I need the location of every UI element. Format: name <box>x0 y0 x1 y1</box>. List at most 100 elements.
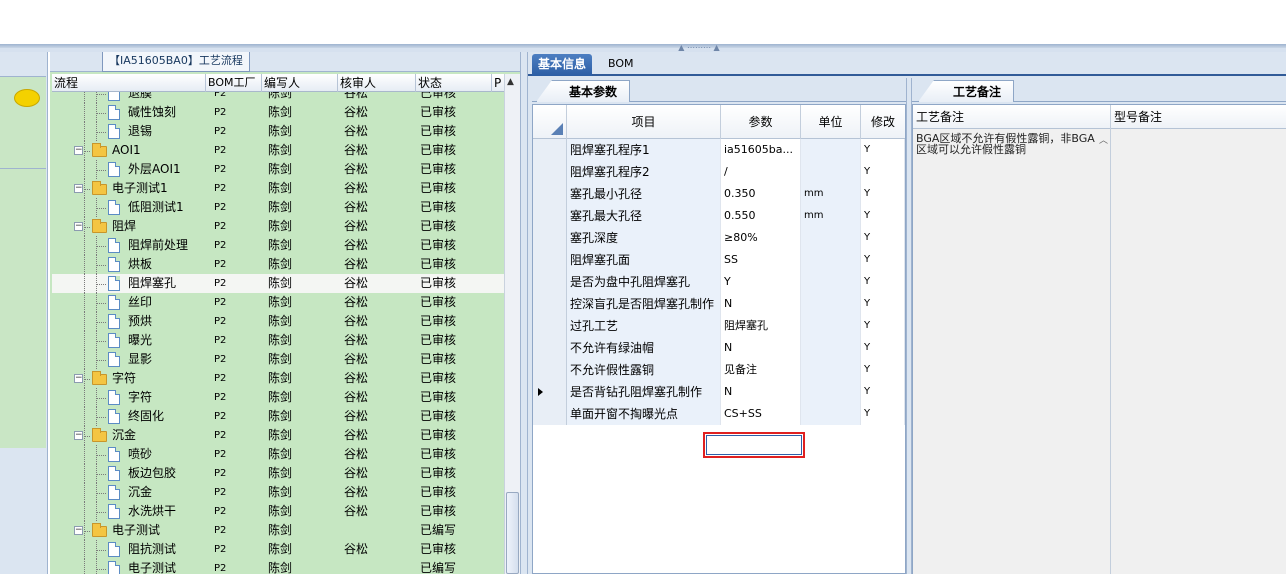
param-row[interactable]: 阻焊塞孔程序2/ Y <box>533 161 905 183</box>
param-value-cell[interactable]: / <box>721 161 801 183</box>
tree-row[interactable]: − 电子测试 P2 陈剑 已编写 <box>52 521 504 540</box>
scroll-thumb[interactable] <box>506 492 519 574</box>
param-value-cell[interactable]: N <box>721 337 801 359</box>
param-modify-cell[interactable]: Y <box>861 271 905 293</box>
param-value-cell[interactable]: ia51605ba... <box>721 139 801 161</box>
param-unit-cell[interactable] <box>801 293 861 315</box>
tree-row[interactable]: 阻抗测试 P2 陈剑 谷松 已审核 <box>52 540 504 559</box>
param-modify-cell[interactable]: Y <box>861 161 905 183</box>
param-value-cell[interactable]: N <box>721 293 801 315</box>
tree-row[interactable]: 显影 P2 陈剑 谷松 已审核 <box>52 350 504 369</box>
param-value-cell[interactable]: Y <box>721 271 801 293</box>
col-header-flow[interactable]: 流程 <box>52 74 206 92</box>
tab-basic-params[interactable]: 基本参数 <box>536 80 630 102</box>
row-header[interactable] <box>533 139 567 161</box>
process-note-field[interactable]: BGA区域不允许有假性露铜，非BGA区域可以允许假性露铜 ︿ <box>913 129 1111 574</box>
tree-row[interactable]: − AOI1 P2 陈剑 谷松 已审核 <box>52 141 504 160</box>
scroll-up-arrow-icon[interactable]: ▲ <box>507 77 514 87</box>
col-header-unit[interactable]: 单位 <box>801 105 861 139</box>
row-header[interactable] <box>533 337 567 359</box>
tab-bom[interactable]: BOM <box>602 54 640 76</box>
param-modify-cell[interactable]: Y <box>861 337 905 359</box>
param-unit-cell[interactable] <box>801 249 861 271</box>
param-value-cell[interactable]: 见备注 <box>721 359 801 381</box>
collapse-toggle-icon[interactable]: − <box>74 184 83 193</box>
collapse-toggle-icon[interactable]: − <box>74 374 83 383</box>
param-value-cell[interactable]: 0.550 <box>721 205 801 227</box>
row-header[interactable] <box>533 381 567 403</box>
param-row[interactable]: 是否为盘中孔阻焊塞孔 Y Y <box>533 271 905 293</box>
col-header-writer[interactable]: 编写人 <box>262 74 338 92</box>
param-row[interactable]: 不允许有绿油帽 N Y <box>533 337 905 359</box>
tree-row[interactable]: 低阻测试1 P2 陈剑 谷松 已审核 <box>52 198 504 217</box>
model-note-field[interactable] <box>1111 129 1286 574</box>
tree-row[interactable]: 阻焊塞孔 P2 陈剑 谷松 已审核 <box>52 274 504 293</box>
param-value-cell[interactable]: SS <box>721 249 801 271</box>
message-button[interactable] <box>0 76 46 168</box>
note-scroll-up-icon[interactable]: ︿ <box>1099 133 1108 146</box>
tree-row[interactable]: 沉金 P2 陈剑 谷松 已审核 <box>52 483 504 502</box>
splitter-grip-icon[interactable]: ▲ ⋯⋯⋯ ▲ <box>664 44 734 52</box>
param-modify-cell[interactable]: Y <box>861 227 905 249</box>
tree-row[interactable]: 外层AOI1 P2 陈剑 谷松 已审核 <box>52 160 504 179</box>
col-header-bom-factory[interactable]: BOM工厂 <box>206 74 262 92</box>
param-value-cell[interactable]: CS+SS <box>721 403 801 425</box>
param-modify-cell[interactable]: Y <box>861 205 905 227</box>
param-row[interactable]: 塞孔最大孔径 0.550 mm Y <box>533 205 905 227</box>
tree-row[interactable]: − 阻焊 P2 陈剑 谷松 已审核 <box>52 217 504 236</box>
tree-row[interactable]: − 沉金 P2 陈剑 谷松 已审核 <box>52 426 504 445</box>
param-modify-cell[interactable]: Y <box>861 403 905 425</box>
param-unit-cell[interactable] <box>801 139 861 161</box>
collapse-toggle-icon[interactable]: − <box>74 526 83 535</box>
param-unit-cell[interactable] <box>801 271 861 293</box>
tree-row[interactable]: − 电子测试1 P2 陈剑 谷松 已审核 <box>52 179 504 198</box>
col-header-status[interactable]: 状态 <box>416 74 492 92</box>
process-flow-title[interactable]: 【IA51605BA0】工艺流程 <box>102 52 250 72</box>
param-value-cell[interactable]: N <box>721 381 801 403</box>
row-header[interactable] <box>533 315 567 337</box>
tree-row[interactable]: 水洗烘干 P2 陈剑 谷松 已审核 <box>52 502 504 521</box>
tree-row[interactable]: 字符 P2 陈剑 谷松 已审核 <box>52 388 504 407</box>
param-unit-cell[interactable]: mm <box>801 183 861 205</box>
param-row[interactable]: 是否背钻孔阻焊塞孔制作 N Y <box>533 381 905 403</box>
param-unit-cell[interactable]: mm <box>801 205 861 227</box>
param-row[interactable]: 单面开窗不掏曝光点 CS+SS Y <box>533 403 905 425</box>
param-value-cell[interactable]: ≥80% <box>721 227 801 249</box>
col-header-reviewer[interactable]: 核审人 <box>338 74 416 92</box>
tab-basic-info[interactable]: 基本信息 <box>532 54 593 76</box>
param-unit-cell[interactable] <box>801 227 861 249</box>
param-row[interactable]: 阻焊塞孔面 SS Y <box>533 249 905 271</box>
param-modify-cell[interactable]: Y <box>861 381 905 403</box>
param-unit-cell[interactable] <box>801 359 861 381</box>
col-header-item[interactable]: 项目 <box>567 105 721 139</box>
row-header[interactable] <box>533 359 567 381</box>
param-unit-cell[interactable] <box>801 337 861 359</box>
param-unit-cell[interactable] <box>801 403 861 425</box>
param-row[interactable]: 过孔工艺 阻焊塞孔 Y <box>533 315 905 337</box>
param-unit-cell[interactable] <box>801 381 861 403</box>
collapse-toggle-icon[interactable]: − <box>74 222 83 231</box>
tree-row[interactable]: − 字符 P2 陈剑 谷松 已审核 <box>52 369 504 388</box>
param-unit-cell[interactable] <box>801 161 861 183</box>
param-row[interactable]: 塞孔深度 ≥80% Y <box>533 227 905 249</box>
col-header-param[interactable]: 参数 <box>721 105 801 139</box>
param-modify-cell[interactable]: Y <box>861 315 905 337</box>
row-header[interactable] <box>533 183 567 205</box>
tree-vertical-scrollbar[interactable]: ▲ <box>504 74 520 574</box>
tree-row[interactable]: 曝光 P2 陈剑 谷松 已审核 <box>52 331 504 350</box>
collapse-toggle-icon[interactable]: − <box>74 146 83 155</box>
param-row[interactable]: 控深盲孔是否阻焊塞孔制作 N Y <box>533 293 905 315</box>
col-header-model-note[interactable]: 型号备注 <box>1111 105 1286 129</box>
tree-row[interactable]: 喷砂 P2 陈剑 谷松 已审核 <box>52 445 504 464</box>
tree-row[interactable]: 板边包胶 P2 陈剑 谷松 已审核 <box>52 464 504 483</box>
row-header[interactable] <box>533 161 567 183</box>
tree-row[interactable]: 丝印 P2 陈剑 谷松 已审核 <box>52 293 504 312</box>
tree-row[interactable]: 碱性蚀刻 P2 陈剑 谷松 已审核 <box>52 103 504 122</box>
param-value-cell[interactable]: 阻焊塞孔 <box>721 315 801 337</box>
vertical-splitter[interactable] <box>520 52 528 574</box>
param-modify-cell[interactable]: Y <box>861 293 905 315</box>
param-row[interactable]: 塞孔最小孔径 0.350 mm Y <box>533 183 905 205</box>
param-modify-cell[interactable]: Y <box>861 183 905 205</box>
param-unit-cell[interactable] <box>801 315 861 337</box>
tree-row[interactable]: 终固化 P2 陈剑 谷松 已审核 <box>52 407 504 426</box>
